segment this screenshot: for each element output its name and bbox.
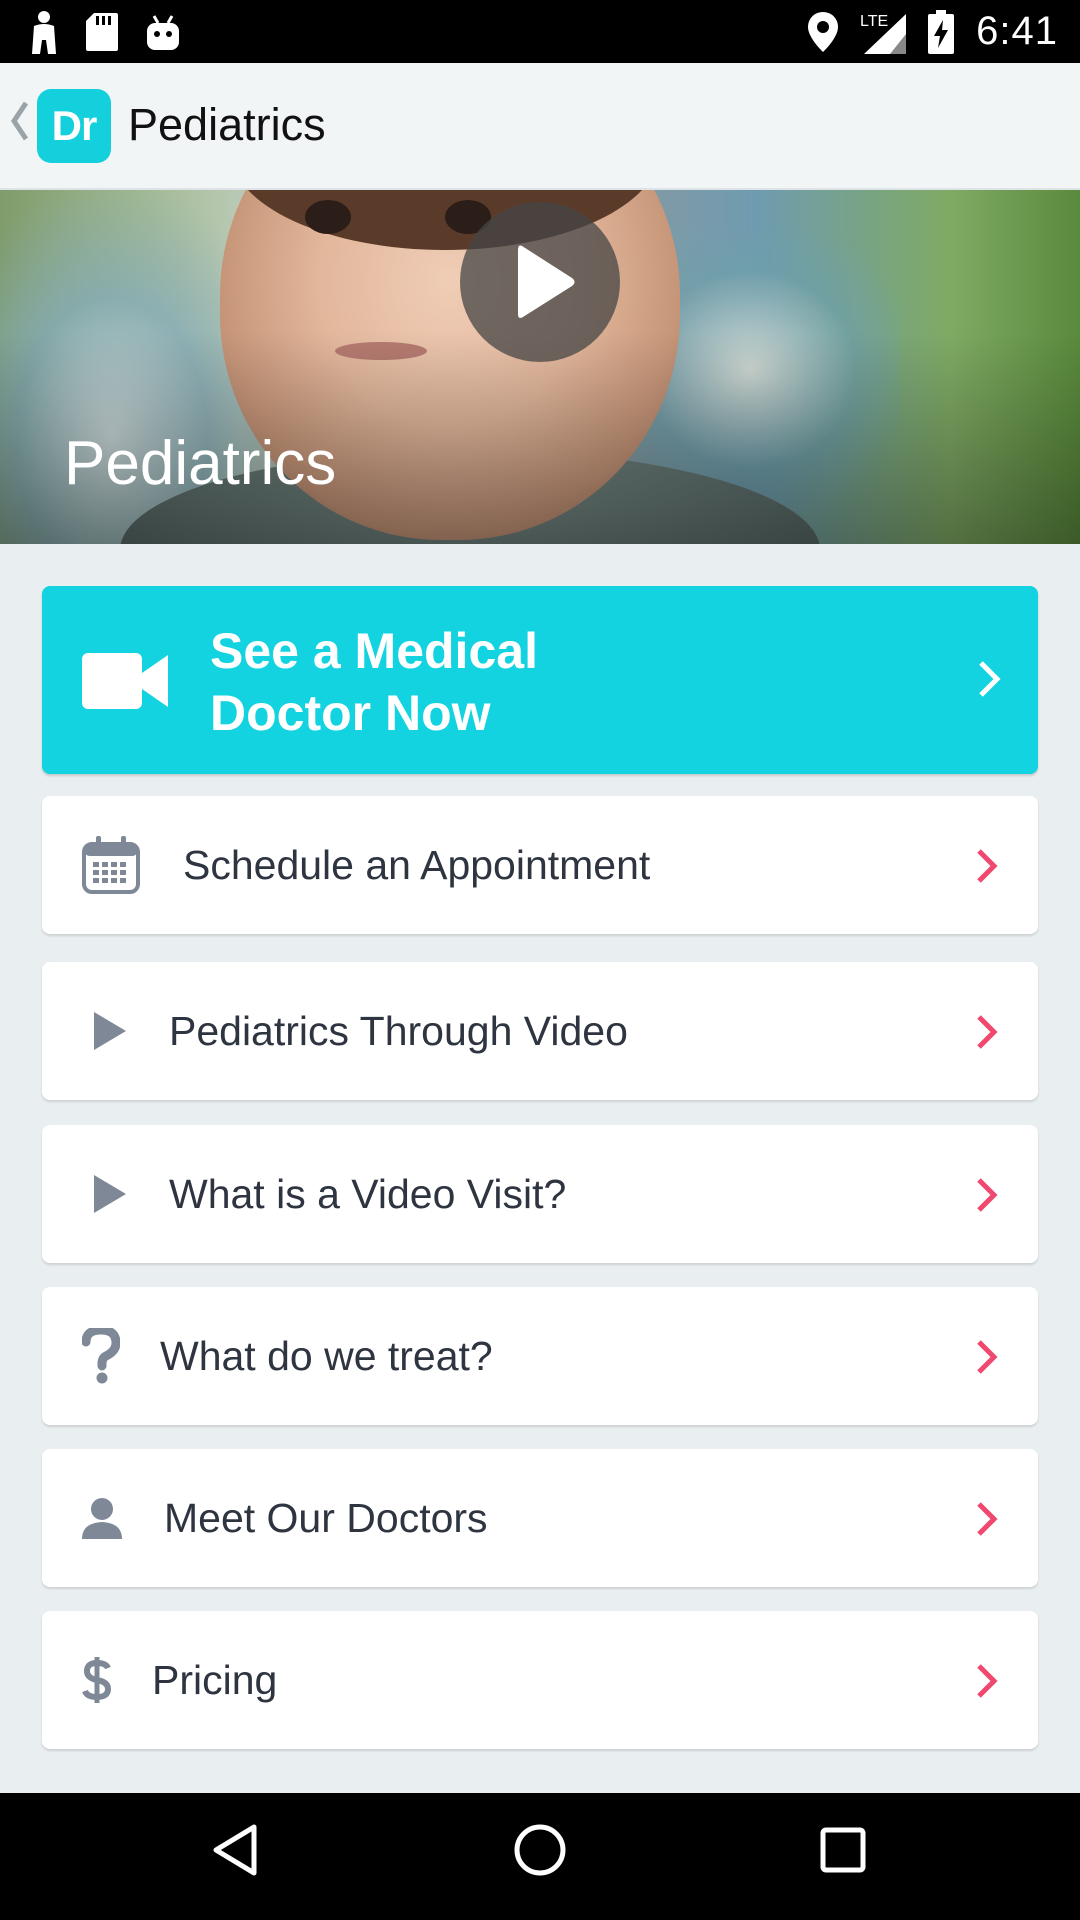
status-bar: LTE 6:41 [0,0,1080,63]
page-title: Pediatrics [128,99,326,150]
menu-item-pricing[interactable]: Pricing [42,1611,1038,1749]
menu-item-label: Pediatrics Through Video [169,1008,628,1054]
hero-title: Pediatrics [64,429,337,498]
menu-item-what-is-video-visit[interactable]: What is a Video Visit? [42,1125,1038,1263]
back-chevron-icon[interactable] [8,99,30,143]
menu-item-label: Pricing [152,1657,278,1703]
menu-item-what-do-we-treat[interactable]: What do we treat? [42,1287,1038,1425]
chevron-right-icon [977,849,998,883]
chevron-right-icon [977,1340,998,1374]
menu-item-label: What is a Video Visit? [169,1171,567,1217]
play-icon [518,245,575,318]
recents-icon[interactable] [820,1827,866,1873]
battery-charging-icon [928,9,955,54]
sd-card-icon [86,13,118,51]
clock: 6:41 [976,9,1058,53]
chevron-right-icon [979,661,1001,697]
signal-icon: LTE [860,13,907,54]
play-icon [94,1175,126,1213]
system-nav-bar [0,1793,1080,1920]
menu-item-label: What do we treat? [160,1333,493,1379]
play-icon [94,1012,126,1050]
chevron-right-icon [977,1664,998,1698]
location-icon [808,11,839,52]
play-video-button[interactable] [460,202,620,362]
menu-item-label: Meet Our Doctors [164,1495,488,1541]
back-icon[interactable] [212,1823,258,1877]
hero-banner: Pediatrics [0,190,1080,544]
menu-item-meet-our-doctors[interactable]: Meet Our Doctors [42,1449,1038,1587]
menu-item-schedule-appointment[interactable]: Schedule an Appointment [42,796,1038,934]
chevron-right-icon [977,1502,998,1536]
network-type: LTE [860,13,888,30]
person-icon [82,1498,122,1539]
chevron-right-icon [977,1178,998,1212]
chevron-right-icon [977,1015,998,1049]
menu-item-pediatrics-through-video[interactable]: Pediatrics Through Video [42,962,1038,1100]
home-icon[interactable] [513,1823,567,1877]
dollar-icon [82,1657,112,1703]
android-icon [147,15,179,50]
cta-label: See a Medical Doctor Now [210,623,538,741]
app-logo[interactable]: Dr [37,89,111,163]
see-doctor-now-button[interactable]: See a Medical Doctor Now [42,586,1038,774]
person-icon [32,11,56,54]
menu-item-label: Schedule an Appointment [183,842,651,888]
question-icon [82,1328,120,1384]
calendar-icon [82,836,140,894]
app-bar: Dr Pediatrics [0,63,1080,190]
video-camera-icon [82,653,168,709]
